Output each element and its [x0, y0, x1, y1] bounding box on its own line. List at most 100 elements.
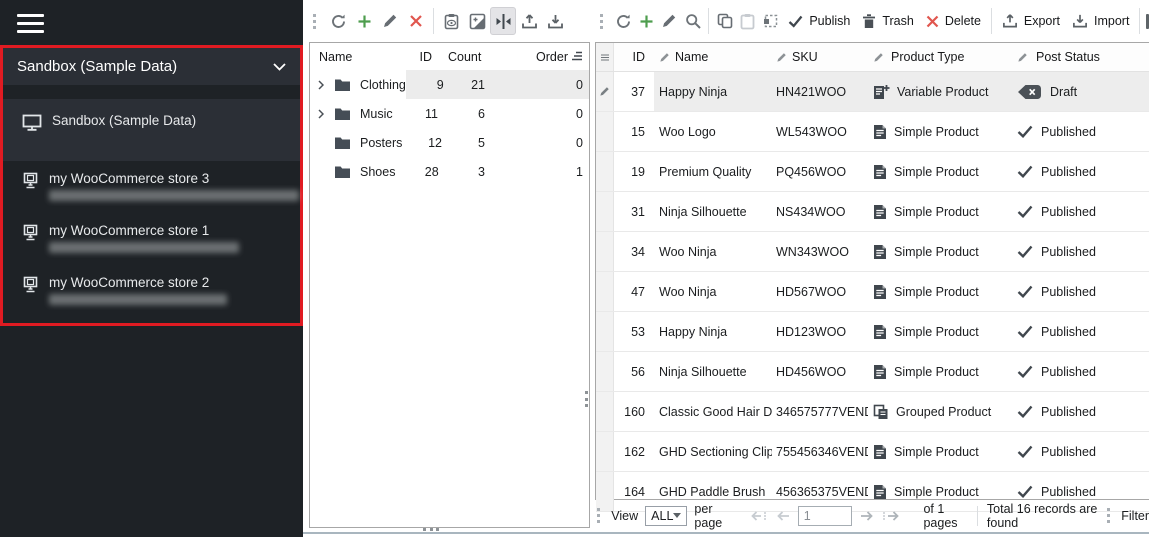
product-row[interactable]: 15 Woo Logo WL543WOO [596, 112, 1149, 152]
column-header-name[interactable]: Name [654, 50, 772, 64]
product-name-cell[interactable]: Classic Good Hair Da [654, 405, 772, 419]
import-icon[interactable] [542, 7, 568, 35]
product-status-cell[interactable]: Published Published [1008, 325, 1149, 339]
product-sku-cell[interactable]: WL543WOO [772, 125, 868, 139]
publish-button[interactable]: Publish [782, 7, 856, 35]
column-header-id[interactable]: ID [614, 50, 654, 64]
product-type-cell[interactable]: Simple Product [868, 204, 1008, 220]
product-status-cell[interactable]: Published Published [1008, 205, 1149, 219]
delete-button[interactable]: Delete [920, 7, 987, 35]
product-sku-cell[interactable]: HD456WOO [772, 365, 868, 379]
product-status-cell[interactable]: Published Published [1008, 165, 1149, 179]
split-view-icon[interactable] [490, 7, 516, 35]
first-page-button[interactable] [751, 509, 769, 523]
row-selector-gutter[interactable] [596, 112, 614, 151]
column-header-status[interactable]: Post Status [1008, 50, 1149, 64]
product-status-cell[interactable]: Published Published [1008, 285, 1149, 299]
per-page-dropdown[interactable]: ALL [645, 506, 687, 526]
refresh-icon[interactable] [612, 7, 635, 35]
product-status-cell[interactable]: Draft Draft [1008, 84, 1149, 100]
product-type-cell[interactable]: Simple Product [868, 444, 1008, 460]
last-page-button[interactable] [881, 509, 899, 523]
product-name-cell[interactable]: Ninja Silhouette [654, 365, 772, 379]
product-name-cell[interactable]: GHD Sectioning Clip [654, 445, 772, 459]
category-name-cell[interactable]: Posters [310, 128, 402, 157]
column-header-id[interactable]: ID [388, 50, 439, 64]
pager-grip-icon[interactable] [597, 508, 602, 523]
product-type-cell[interactable]: Simple Product [868, 364, 1008, 380]
product-type-cell[interactable]: Simple Product [868, 484, 1008, 500]
product-type-cell[interactable]: Variable Product [868, 84, 1008, 100]
product-status-cell[interactable]: Published Published [1008, 365, 1149, 379]
category-name-cell[interactable]: Music [310, 99, 394, 128]
connection-item[interactable]: my WooCommerce store 1 [3, 213, 300, 265]
category-row[interactable]: Posters 12 5 0 [310, 128, 589, 157]
product-row[interactable]: 47 Woo Ninja HD567WOO [596, 272, 1149, 312]
product-row[interactable]: 19 Premium Quality PQ456WOO [596, 152, 1149, 192]
connection-item[interactable]: my WooCommerce store 3 [3, 161, 300, 213]
product-type-cell[interactable]: Grouped Product [868, 404, 1008, 420]
import-button[interactable]: Import [1066, 7, 1135, 35]
filter-label[interactable]: Filter [1121, 509, 1149, 523]
toolbar-grip-icon[interactable] [600, 14, 606, 29]
product-status-cell[interactable]: Published Published [1008, 245, 1149, 259]
row-selector-gutter[interactable] [596, 392, 614, 431]
product-type-cell[interactable]: Simple Product [868, 124, 1008, 140]
product-sku-cell[interactable]: WN343WOO [772, 245, 868, 259]
product-sku-cell[interactable]: HN421WOO [772, 85, 868, 99]
product-name-cell[interactable]: Happy Ninja [654, 325, 772, 339]
previous-page-button[interactable] [776, 509, 791, 523]
add-icon[interactable] [635, 7, 658, 35]
expand-chevron-icon[interactable] [318, 109, 328, 119]
page-number-input[interactable] [798, 506, 852, 526]
product-row[interactable]: 162 GHD Sectioning Clip 755456346VEND [596, 432, 1149, 472]
product-row[interactable]: 34 Woo Ninja WN343WOO [596, 232, 1149, 272]
vertical-splitter-handle[interactable] [585, 391, 591, 407]
product-row[interactable]: 31 Ninja Silhouette NS434WOO [596, 192, 1149, 232]
product-sku-cell[interactable]: PQ456WOO [772, 165, 868, 179]
connection-dropdown[interactable]: Sandbox (Sample Data) [3, 48, 300, 85]
row-selector-gutter[interactable] [596, 232, 614, 271]
product-sku-cell[interactable]: HD567WOO [772, 285, 868, 299]
product-status-cell[interactable]: Published Published [1008, 485, 1149, 499]
product-type-cell[interactable]: Simple Product [868, 164, 1008, 180]
product-name-cell[interactable]: Ninja Silhouette [654, 205, 772, 219]
delete-icon[interactable] [403, 7, 429, 35]
next-page-button[interactable] [859, 509, 874, 523]
product-name-cell[interactable]: GHD Paddle Brush [654, 485, 772, 499]
column-header-sku[interactable]: SKU [772, 50, 868, 64]
product-row[interactable]: 56 Ninja Silhouette HD456WOO [596, 352, 1149, 392]
product-sku-cell[interactable]: 346575777VEND [772, 405, 868, 419]
connection-item[interactable]: my WooCommerce store 2 [3, 265, 300, 317]
mass-change-icon[interactable] [464, 7, 490, 35]
product-type-cell[interactable]: Simple Product [868, 324, 1008, 340]
product-sku-cell[interactable]: 456365375VEND [772, 485, 868, 499]
product-name-cell[interactable]: Woo Ninja [654, 245, 772, 259]
product-row[interactable]: 37 Happy Ninja HN421WOO [596, 72, 1149, 112]
row-selector-gutter[interactable] [596, 312, 614, 351]
product-type-cell[interactable]: Simple Product [868, 244, 1008, 260]
product-name-cell[interactable]: Premium Quality [654, 165, 772, 179]
row-selector-gutter[interactable] [596, 272, 614, 311]
product-type-cell[interactable]: Simple Product [868, 284, 1008, 300]
export-icon[interactable] [516, 7, 542, 35]
column-header-count[interactable]: Count [439, 50, 497, 64]
row-selector-gutter[interactable] [596, 192, 614, 231]
copy-icon[interactable] [713, 7, 736, 35]
category-name-cell[interactable]: Clothing [310, 70, 406, 99]
expand-chevron-icon[interactable] [318, 80, 328, 90]
product-sku-cell[interactable]: NS434WOO [772, 205, 868, 219]
category-row[interactable]: Shoes 28 3 1 [310, 157, 589, 186]
connection-item[interactable]: Sandbox (Sample Data) [3, 99, 300, 161]
row-selector-gutter[interactable] [596, 352, 614, 391]
product-name-cell[interactable]: Woo Logo [654, 125, 772, 139]
edit-icon[interactable] [658, 7, 681, 35]
category-row[interactable]: Music 11 6 0 [310, 99, 589, 128]
product-sku-cell[interactable]: 755456346VEND [772, 445, 868, 459]
row-selector-gutter[interactable] [596, 72, 614, 111]
search-icon[interactable] [681, 7, 704, 35]
hamburger-menu-icon[interactable] [17, 14, 44, 33]
column-header-name[interactable]: Name [310, 50, 388, 64]
edit-icon[interactable] [377, 7, 403, 35]
preview-clipboard-icon[interactable] [438, 7, 464, 35]
